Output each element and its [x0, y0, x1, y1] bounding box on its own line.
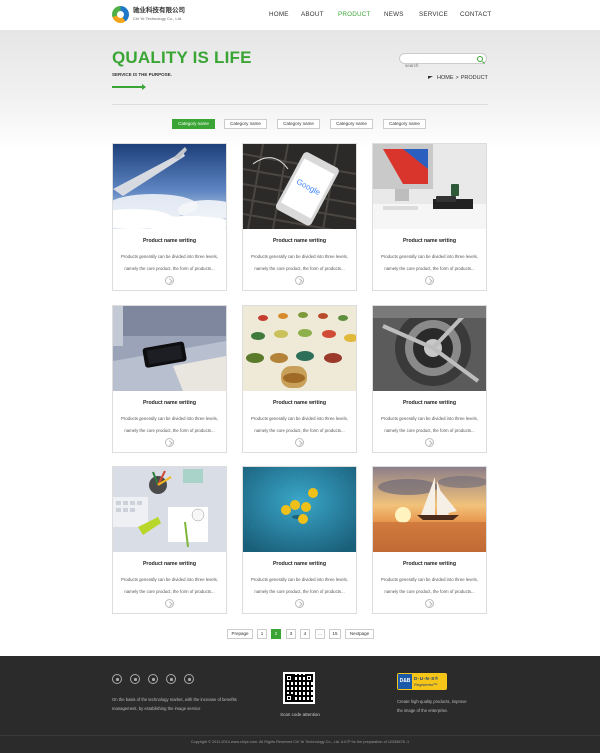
- category-button[interactable]: Category name: [224, 119, 267, 129]
- page-title: QUALITY IS LIFE: [112, 48, 252, 67]
- arrow-right-icon[interactable]: [425, 438, 434, 447]
- page-button[interactable]: 3: [286, 629, 296, 639]
- product-image-stationery[interactable]: [113, 467, 226, 552]
- footer-divider: [0, 735, 600, 736]
- nav-home[interactable]: HOME: [269, 11, 289, 18]
- product-image-desktop[interactable]: [373, 144, 486, 229]
- social-links: [112, 674, 202, 684]
- pagination: Prepage 1 2 3 4 ... 15 Nextpage: [0, 629, 600, 640]
- location-icon[interactable]: [184, 674, 194, 684]
- product-description: Products generally can be divided into t…: [251, 577, 348, 594]
- category-button[interactable]: Category name: [330, 119, 373, 129]
- product-card[interactable]: Product name writing Products generally …: [372, 305, 487, 453]
- product-card[interactable]: Google Product name writing Products gen…: [242, 143, 357, 291]
- product-title[interactable]: Product name writing: [373, 400, 486, 406]
- product-title[interactable]: Product name writing: [373, 238, 486, 244]
- search-icon[interactable]: [477, 55, 483, 62]
- page-banner: [0, 30, 600, 150]
- breadcrumb-current: PRODUCT: [460, 75, 488, 81]
- breadcrumb-home[interactable]: HOME: [437, 75, 454, 81]
- arrow-right-icon[interactable]: [425, 599, 434, 608]
- footer-about-text: On the basis of the technology market, w…: [112, 697, 237, 711]
- product-image-test-tubes[interactable]: [243, 306, 356, 391]
- weibo-icon[interactable]: [130, 674, 140, 684]
- product-title[interactable]: Product name writing: [113, 561, 226, 567]
- product-image-airplane[interactable]: [113, 144, 226, 229]
- nav-contact[interactable]: CONTACT: [460, 11, 491, 18]
- arrow-right-icon[interactable]: [295, 438, 304, 447]
- product-card[interactable]: Product name writing Products generally …: [112, 143, 227, 291]
- category-button[interactable]: Category name: [277, 119, 320, 129]
- footer-slogan: Create high-quality products, improve th…: [397, 699, 467, 713]
- search-box: [399, 53, 487, 70]
- product-title[interactable]: Product name writing: [243, 400, 356, 406]
- nav-news[interactable]: NEWS: [384, 11, 404, 18]
- category-button[interactable]: Category name: [383, 119, 426, 129]
- product-description: Products generally can be divided into t…: [381, 577, 478, 594]
- category-button[interactable]: Category name: [172, 119, 215, 129]
- product-description: Products generally can be divided into t…: [251, 416, 348, 433]
- page-button[interactable]: 4: [300, 629, 310, 639]
- product-title[interactable]: Product name writing: [113, 400, 226, 406]
- product-description: Products generally can be divided into t…: [121, 254, 218, 271]
- product-card[interactable]: Product name writing Products generally …: [112, 305, 227, 453]
- arrow-right-icon[interactable]: [165, 438, 174, 447]
- arrow-right-icon[interactable]: [425, 276, 434, 285]
- next-page-button[interactable]: Nextpage: [345, 629, 374, 639]
- product-card[interactable]: Product name writing Products generally …: [372, 466, 487, 614]
- breadcrumb-separator: >: [455, 75, 459, 81]
- copyright: Copyright © 2011-2014 www.chiye.com. All…: [190, 740, 410, 744]
- site-footer: On the basis of the technology market, w…: [0, 656, 600, 753]
- product-description: Products generally can be divided into t…: [381, 416, 478, 433]
- product-image-phone[interactable]: Google: [243, 144, 356, 229]
- arrow-right-icon[interactable]: [295, 276, 304, 285]
- chat-icon[interactable]: [166, 674, 176, 684]
- product-image-balls[interactable]: [243, 467, 356, 552]
- product-card[interactable]: Product name writing Products generally …: [242, 305, 357, 453]
- arrow-right-icon[interactable]: [295, 599, 304, 608]
- site-header: 驰业科技有限公司 Chi Ye Technology Co., Ltd. HOM…: [0, 0, 600, 30]
- page-button[interactable]: 15: [329, 629, 341, 639]
- arrow-right-icon[interactable]: [165, 276, 174, 285]
- page-button-current[interactable]: 2: [271, 629, 281, 639]
- arrow-right-icon[interactable]: [165, 599, 174, 608]
- prev-page-button[interactable]: Prepage: [227, 629, 253, 639]
- product-card[interactable]: Product name writing Products generally …: [242, 466, 357, 614]
- qr-caption: Scan code attention: [280, 712, 320, 717]
- page-button[interactable]: 1: [257, 629, 267, 639]
- product-card[interactable]: Product name writing Products generally …: [372, 143, 487, 291]
- qr-code: [283, 672, 315, 704]
- product-title[interactable]: Product name writing: [243, 238, 356, 244]
- product-card[interactable]: Product name writing Products generally …: [112, 466, 227, 614]
- nav-service[interactable]: SERVICE: [419, 11, 448, 18]
- decorative-arrow: [112, 84, 146, 90]
- product-title[interactable]: Product name writing: [373, 561, 486, 567]
- main-nav: HOME ABOUT PRODUCT NEWS SERVICE CONTACT: [0, 11, 600, 21]
- product-description: Products generally can be divided into t…: [121, 416, 218, 433]
- facebook-icon[interactable]: [148, 674, 158, 684]
- breadcrumb: HOME > PRODUCT: [428, 75, 488, 81]
- category-filter: Category name Category name Category nam…: [0, 119, 600, 129]
- product-title[interactable]: Product name writing: [113, 238, 226, 244]
- product-image-propeller[interactable]: [373, 306, 486, 391]
- nav-about[interactable]: ABOUT: [301, 11, 324, 18]
- product-description: Products generally can be divided into t…: [251, 254, 348, 271]
- duns-badge[interactable]: D&B D-U-N-S® Registered™: [397, 673, 447, 690]
- product-description: Products generally can be divided into t…: [121, 577, 218, 594]
- home-icon[interactable]: [112, 674, 122, 684]
- product-image-sailboat[interactable]: [373, 467, 486, 552]
- divider: [112, 104, 488, 105]
- nav-product[interactable]: PRODUCT: [338, 11, 371, 18]
- flag-icon: [428, 75, 433, 81]
- product-title[interactable]: Product name writing: [243, 561, 356, 567]
- page-subtitle: SERVICE IS THE PURPOSE.: [112, 72, 172, 77]
- product-description: Products generally can be divided into t…: [381, 254, 478, 271]
- page-ellipsis: ...: [315, 629, 325, 639]
- product-image-smartphone[interactable]: [113, 306, 226, 391]
- search-input[interactable]: [400, 61, 470, 70]
